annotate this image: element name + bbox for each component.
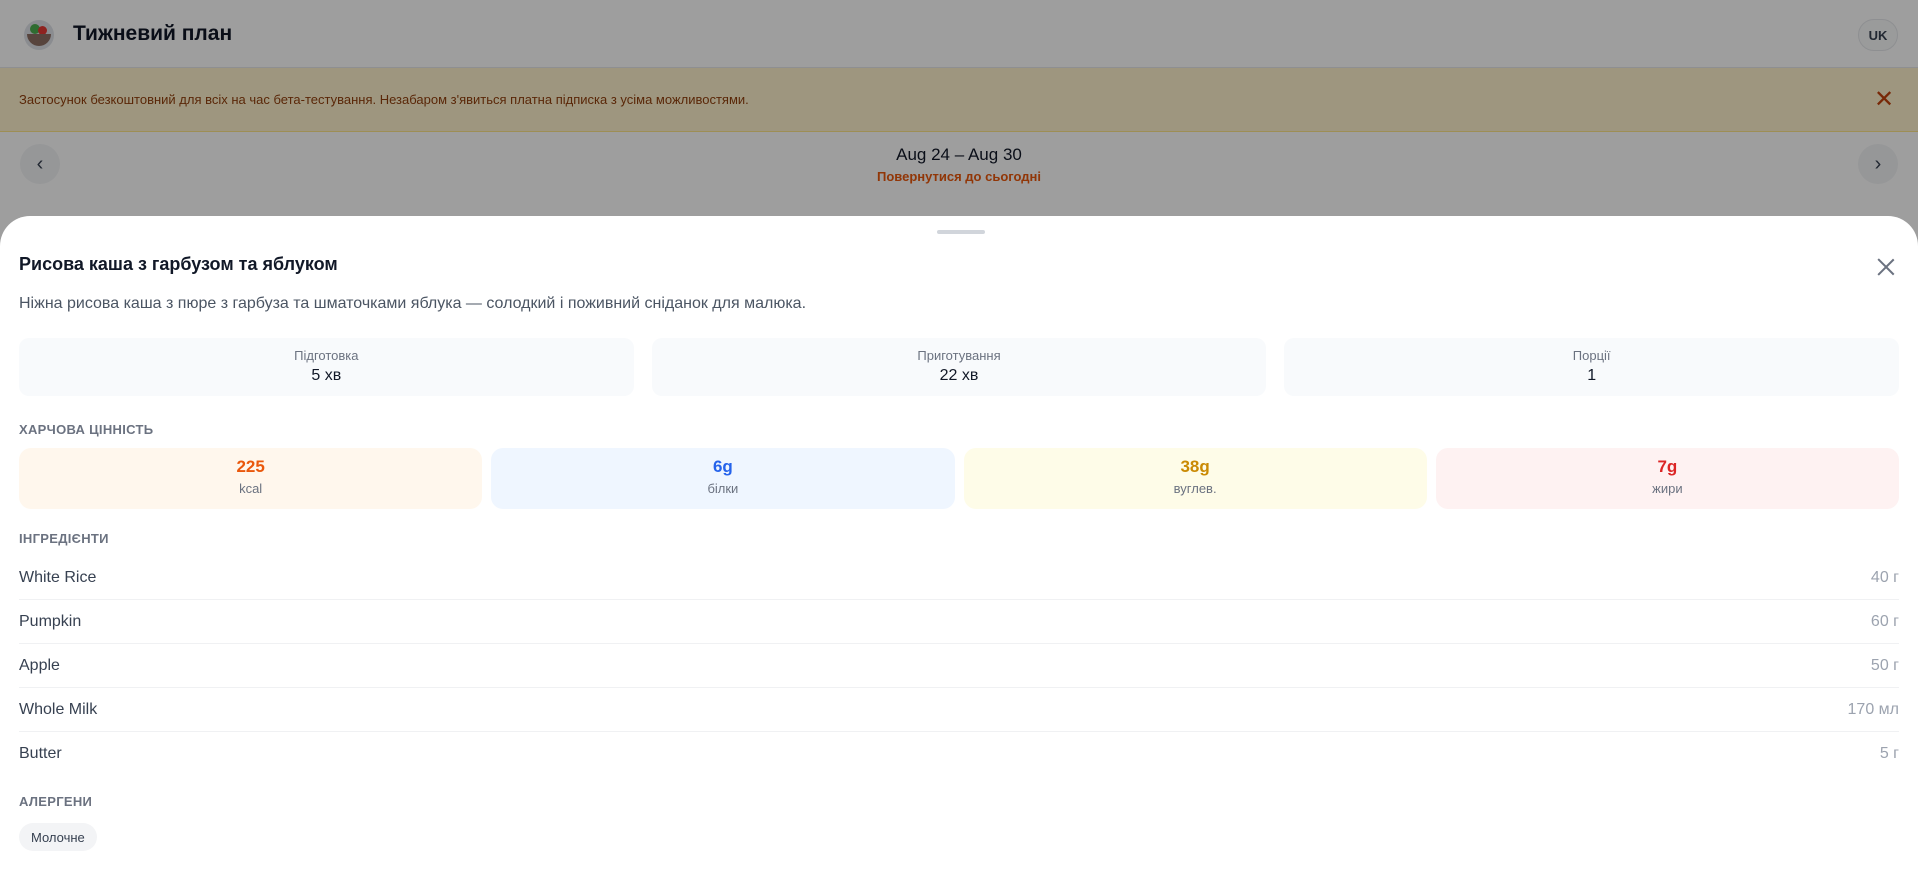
list-item: Pumpkin 60 г [19, 600, 1899, 644]
list-item: Apple 50 г [19, 644, 1899, 688]
nutrition-label: вуглев. [1173, 481, 1217, 496]
ingredient-name: White Rice [19, 568, 97, 586]
stat-value: 22 хв [939, 367, 979, 384]
sheet-drag-handle[interactable] [937, 230, 985, 234]
stat-label: Порції [1572, 348, 1611, 363]
recipe-stats: Підготовка 5 хв Приготування 22 хв Порці… [19, 338, 1900, 396]
nutrition-value: 7g [1657, 457, 1678, 476]
nutrition-card-carbs: 38g вуглев. [963, 448, 1427, 509]
nutrition-value: 6g [712, 457, 733, 476]
nutrition-value: 38g [1180, 457, 1210, 476]
nutrition-value: 225 [236, 457, 265, 476]
nutrition-label: жири [1652, 481, 1683, 496]
ingredient-name: Pumpkin [19, 612, 82, 630]
nutrition-label: білки [707, 481, 739, 496]
ingredient-amount: 40 г [1870, 568, 1899, 586]
ingredient-name: Apple [19, 656, 60, 674]
list-item: Butter 5 г [19, 732, 1899, 776]
nutrition-card-protein: 6g білки [491, 448, 955, 509]
ingredient-amount: 50 г [1870, 656, 1899, 674]
stat-label: Підготовка [294, 348, 359, 363]
list-item: Whole Milk 170 мл [19, 688, 1899, 732]
stat-value: 1 [1587, 367, 1597, 384]
recipe-description: Ніжна рисова каша з пюре з гарбуза та шм… [19, 295, 807, 312]
allergen-chip: Молочне [19, 823, 97, 851]
stat-servings: Порції 1 [1284, 338, 1900, 396]
allergens-heading: АЛЕРГЕНИ [19, 794, 93, 809]
stat-label: Приготування [917, 348, 1001, 363]
ingredient-amount: 170 мл [1847, 700, 1899, 718]
recipe-title: Рисова каша з гарбузом та яблуком [19, 254, 338, 274]
ingredient-amount: 60 г [1870, 612, 1899, 630]
ingredient-name: Whole Milk [19, 700, 98, 718]
close-icon[interactable] [1874, 255, 1898, 279]
list-item: White Rice 40 г [19, 556, 1899, 600]
nutrition-heading: ХАРЧОВА ЦІННІСТЬ [19, 422, 154, 437]
stat-prep-time: Підготовка 5 хв [19, 338, 634, 396]
nutrition-cards: 225 kcal 6g білки 38g вуглев. 7g жири [19, 448, 1899, 509]
ingredient-name: Butter [19, 745, 62, 762]
ingredients-heading: ІНГРЕДІЄНТИ [19, 531, 109, 546]
ingredient-amount: 5 г [1879, 745, 1899, 762]
nutrition-card-fat: 7g жири [1435, 448, 1899, 509]
stat-cook-time: Приготування 22 хв [651, 338, 1267, 396]
recipe-sheet: Рисова каша з гарбузом та яблуком Ніжна … [0, 216, 1918, 887]
nutrition-card-kcal: 225 kcal [19, 448, 483, 509]
stat-value: 5 хв [311, 367, 342, 384]
nutrition-label: kcal [239, 481, 263, 496]
ingredient-list: White Rice 40 г Pumpkin 60 г Apple 50 г … [19, 556, 1899, 776]
